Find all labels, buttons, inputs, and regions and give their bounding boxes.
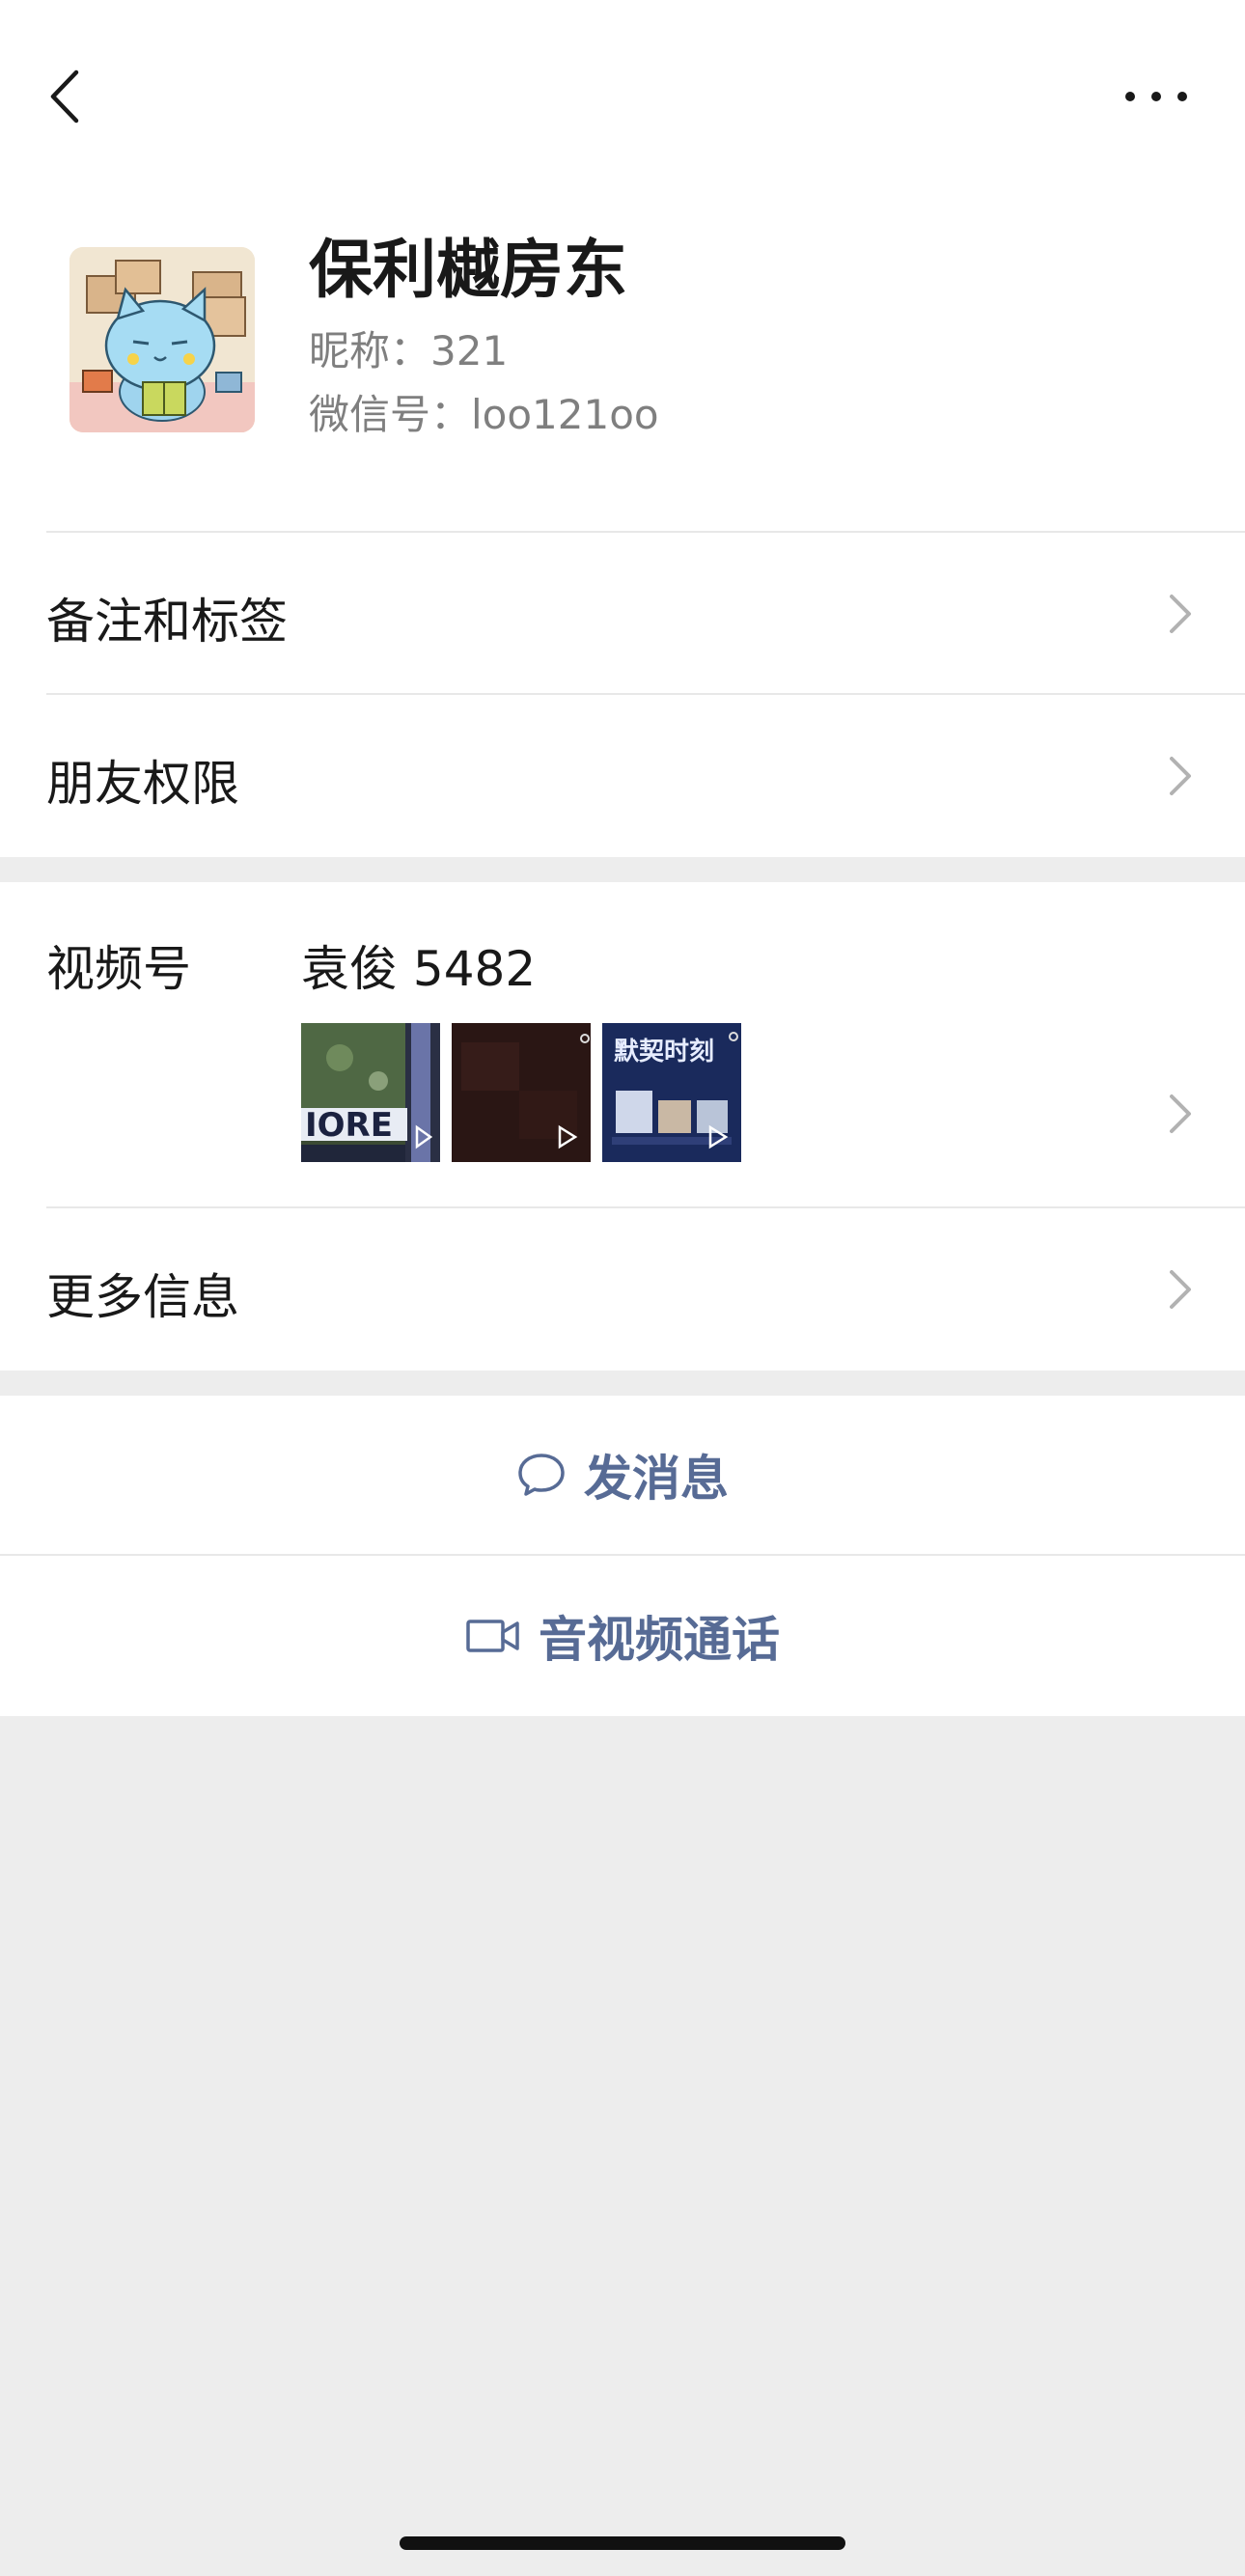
profile-header: 保利樾房东 昵称：321 微信号：loo121oo bbox=[0, 193, 1245, 533]
more-info-row[interactable]: 更多信息 bbox=[0, 1208, 1245, 1371]
display-name: 保利樾房东 bbox=[309, 233, 627, 307]
video-camera-icon bbox=[466, 1620, 519, 1652]
avatar[interactable] bbox=[69, 247, 255, 432]
channel-thumbnail[interactable]: IORE bbox=[301, 1023, 440, 1162]
send-message-button[interactable]: 发消息 bbox=[0, 1396, 1245, 1554]
remarks-tags-label: 备注和标签 bbox=[46, 594, 288, 650]
home-indicator[interactable] bbox=[400, 2536, 845, 2550]
send-message-label: 发消息 bbox=[584, 1451, 729, 1507]
back-button[interactable] bbox=[39, 62, 89, 131]
video-thumbnail-image bbox=[452, 1023, 591, 1162]
av-call-label: 音视频通话 bbox=[539, 1612, 780, 1668]
channel-thumbnail[interactable]: 默契时刻 bbox=[602, 1023, 741, 1162]
friend-permissions-label: 朋友权限 bbox=[46, 756, 239, 812]
chevron-right-icon bbox=[1170, 1094, 1191, 1133]
thumbnail-text: 默契时刻 bbox=[614, 1037, 714, 1066]
more-dot-icon bbox=[1177, 92, 1187, 101]
video-thumbnail-image: IORE bbox=[301, 1023, 440, 1162]
remarks-tags-row[interactable]: 备注和标签 bbox=[0, 533, 1245, 695]
friend-permissions-row[interactable]: 朋友权限 bbox=[0, 695, 1245, 857]
wechat-id: 微信号：loo121oo bbox=[309, 391, 659, 438]
chevron-right-icon bbox=[1170, 757, 1191, 795]
chevron-right-icon bbox=[1170, 595, 1191, 633]
video-thumbnail-image: 默契时刻 bbox=[602, 1023, 741, 1162]
more-info-label: 更多信息 bbox=[46, 1269, 239, 1325]
more-dot-icon bbox=[1151, 92, 1161, 101]
nickname: 昵称：321 bbox=[309, 327, 509, 374]
chevron-right-icon bbox=[1170, 1270, 1191, 1309]
channels-name: 袁俊 5482 bbox=[301, 941, 537, 997]
channels-label: 视频号 bbox=[46, 941, 191, 997]
more-options-button[interactable] bbox=[1125, 75, 1187, 118]
cartoon-avatar-icon bbox=[69, 247, 255, 432]
more-dot-icon bbox=[1125, 92, 1135, 101]
av-call-button[interactable]: 音视频通话 bbox=[0, 1556, 1245, 1716]
channel-thumbnail[interactable] bbox=[452, 1023, 591, 1162]
top-nav-bar bbox=[0, 0, 1245, 193]
thumbnail-text: IORE bbox=[305, 1106, 393, 1145]
chat-bubble-icon bbox=[518, 1454, 565, 1496]
chevron-left-icon bbox=[50, 69, 79, 124]
